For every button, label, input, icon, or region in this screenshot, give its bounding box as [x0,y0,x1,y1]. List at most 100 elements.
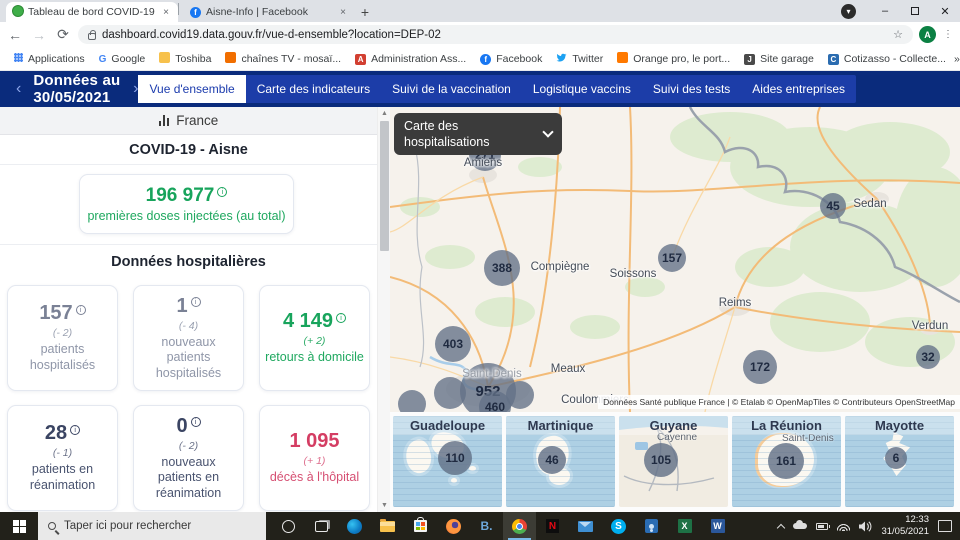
wifi-icon[interactable] [837,522,850,531]
window-close-button[interactable]: ✕ [930,0,960,22]
browser-menu-button[interactable]: ⋮ [942,33,954,36]
start-button[interactable] [0,512,38,540]
territory-card-guyane[interactable]: GuyaneCayenne105 [619,416,728,507]
map-bubble[interactable]: 32 [916,345,940,369]
info-icon[interactable]: i [217,187,227,197]
profile-avatar[interactable]: A [919,26,936,43]
battery-icon[interactable] [816,523,828,530]
city-label: Saint-Denis [462,368,521,380]
bookmark-item[interactable]: Orange pro, le port... [611,50,736,68]
forward-button[interactable]: → [30,27,48,43]
bookmark-item[interactable]: GGoogle [93,51,152,67]
previous-date-button[interactable]: ‹ [16,80,21,98]
nav-tab-suivi-des-tests[interactable]: Suivi des tests [642,75,741,103]
window-minimize-button[interactable]: – [870,0,900,22]
territory-card-martinique[interactable]: Martinique46 [506,416,615,507]
map-bubble[interactable]: 157 [658,244,686,272]
onedrive-icon[interactable] [793,523,807,529]
hospital-data-heading: Données hospitalières [0,254,377,270]
territory-bubble[interactable]: 6 [885,447,907,469]
back-button[interactable]: ← [6,27,24,43]
bookmark-item[interactable]: Twitter [550,50,609,68]
stat-value: 157i [39,302,85,325]
edge-taskbar-icon[interactable] [338,512,371,540]
store-taskbar-icon[interactable] [404,512,437,540]
map-layer-dropdown[interactable]: Carte des hospitalisations [394,113,562,155]
excel-taskbar-icon[interactable]: X [668,512,701,540]
map-bubble[interactable]: 403 [435,326,471,362]
map-bubble[interactable]: 388 [484,250,520,286]
bookmark-item[interactable]: Applications [8,51,91,67]
taskbar-search-input[interactable]: Taper ici pour rechercher [38,512,266,540]
scroll-up-arrow[interactable]: ▲ [378,107,390,120]
territory-card-reunion[interactable]: La RéunionSaint-Denis161 [732,416,841,507]
bookmark-label: Orange pro, le port... [633,53,730,65]
browser-tab[interactable]: Tableau de bord COVID-19 Suivi× [6,2,178,22]
info-icon[interactable]: i [336,313,346,323]
window-maximize-button[interactable] [900,0,930,22]
nav-tab-suivi-de-la-vaccination[interactable]: Suivi de la vaccination [381,75,522,103]
city-label: Reims [719,297,752,309]
mail-taskbar-icon[interactable] [569,512,602,540]
notifications-icon[interactable] [938,520,952,532]
info-icon[interactable]: i [76,305,86,315]
divider [178,3,179,15]
info-icon[interactable]: i [191,297,201,307]
browser-tab[interactable]: fAisne-Info | Facebook× [183,2,355,22]
territory-bubble[interactable]: 110 [438,441,472,475]
bookmark-item[interactable]: chaînes TV - mosaï... [219,50,347,68]
chevron-up-icon[interactable] [778,522,784,531]
nav-tab-vue-d-ensemble[interactable]: Vue d'ensemble [138,75,245,103]
bookmark-item[interactable]: AAdministration Ass... [349,51,472,67]
skype-taskbar-icon[interactable]: S [602,512,635,540]
window-controls: ▾ – ✕ [841,0,960,22]
stat-delta: (+ 1) [304,455,326,467]
bookmark-item[interactable]: CCotizasso - Collecte... [822,51,952,67]
map-bubble[interactable]: 172 [743,350,777,384]
bing-taskbar-icon[interactable]: B. [470,512,503,540]
task-view-taskbar-icon[interactable] [305,512,338,540]
cortana-taskbar-icon[interactable] [272,512,305,540]
word-taskbar-icon[interactable]: W [701,512,734,540]
stat-delta: (+ 2) [304,335,326,347]
sidebar-scrollbar[interactable]: ▲ ▼ [377,107,390,512]
browser-tab-title: Aisne-Info | Facebook [206,6,333,18]
volume-icon[interactable] [859,521,872,532]
bookmark-star-icon[interactable]: ☆ [893,28,903,41]
netflix-taskbar-icon[interactable]: N [536,512,569,540]
url-field[interactable]: dashboard.covid19.data.gouv.fr/vue-d-ens… [78,25,913,44]
tab-close-icon[interactable]: × [161,7,171,18]
tab-close-icon[interactable]: × [338,7,348,18]
bookmark-item[interactable]: Toshiba [153,50,217,68]
map-bubble[interactable]: 45 [820,193,846,219]
dashboard-nav-tabs: Vue d'ensembleCarte des indicateursSuivi… [138,75,856,103]
people-taskbar-icon[interactable] [635,512,668,540]
nav-tab-aides-entreprises[interactable]: Aides entreprises [741,75,856,103]
bookmark-item[interactable]: JSite garage [738,51,820,67]
nav-tab-carte-des-indicateurs[interactable]: Carte des indicateurs [246,75,381,103]
territory-bubble[interactable]: 46 [538,446,566,474]
info-icon[interactable]: i [191,417,201,427]
territory-bubble[interactable]: 161 [768,443,804,479]
bookmarks-overflow-button[interactable]: » [954,53,960,65]
taskbar-clock[interactable]: 12:33 31/05/2021 [881,514,929,538]
firefox-taskbar-icon[interactable] [437,512,470,540]
scroll-down-arrow[interactable]: ▼ [378,499,390,512]
reload-button[interactable]: ⟳ [54,26,72,43]
info-icon[interactable]: i [70,425,80,435]
browser-update-icon[interactable]: ▾ [841,4,856,19]
region-selector[interactable]: France [0,107,377,135]
hospitalisations-map[interactable]: 2713881574540317232952460 AmiensCompiègn… [390,107,960,512]
nav-tab-logistique-vaccins[interactable]: Logistique vaccins [522,75,642,103]
territory-card-guadeloupe[interactable]: Guadeloupe110 [393,416,502,507]
new-tab-button[interactable]: + [355,2,375,22]
chrome-taskbar-icon[interactable] [503,512,536,540]
taskbar-apps: B. N S XW [272,512,734,540]
stat-label: nouveaux patients hospitalisés [138,335,239,382]
territory-bubble[interactable]: 105 [644,443,678,477]
bookmark-label: Site garage [760,53,814,65]
bookmark-item[interactable]: fFacebook [474,51,548,67]
territory-card-mayotte[interactable]: Mayotte6 [845,416,954,507]
file-explorer-taskbar-icon[interactable] [371,512,404,540]
scrollbar-thumb[interactable] [380,121,389,251]
